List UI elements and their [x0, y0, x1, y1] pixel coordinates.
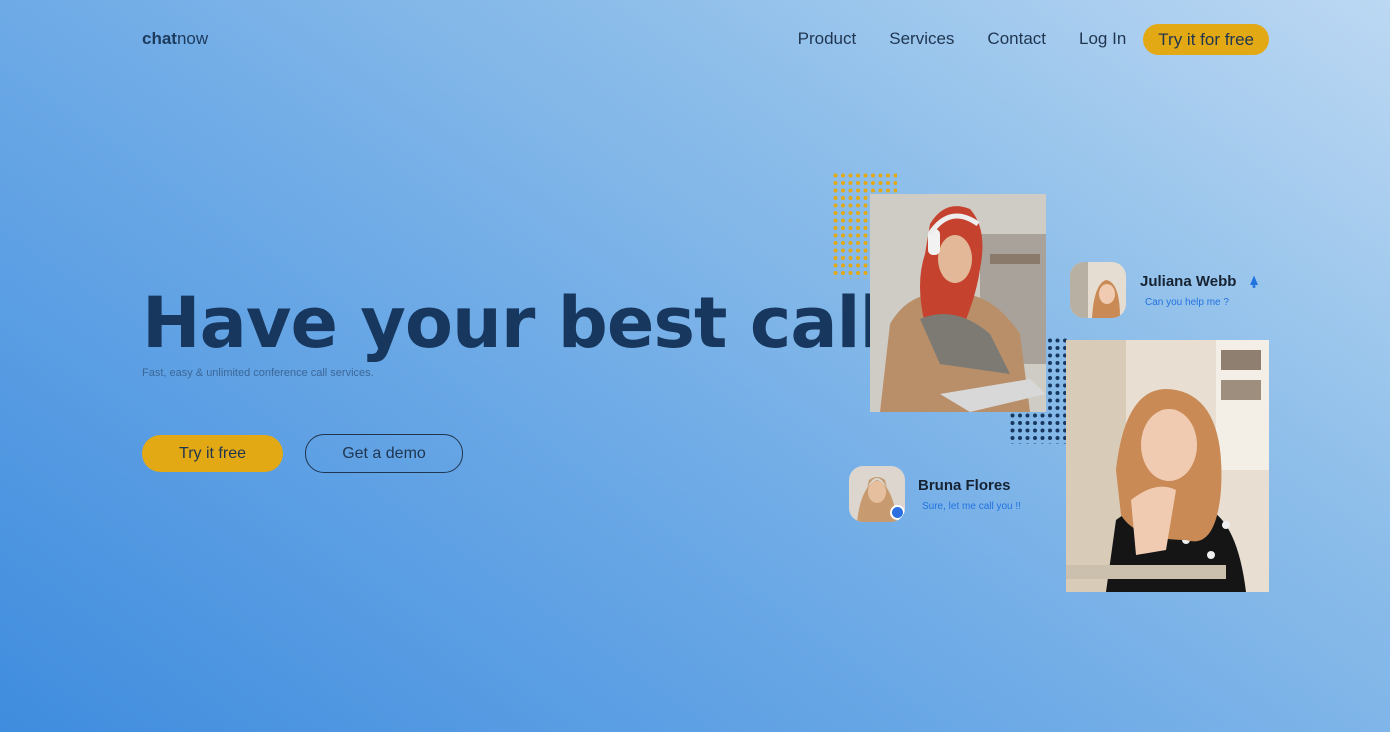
- get-demo-button[interactable]: Get a demo: [305, 434, 463, 473]
- nav-product[interactable]: Product: [798, 23, 857, 55]
- contact-name-bruna: Bruna Flores: [918, 476, 1011, 494]
- contact-name-juliana: Juliana Webb: [1140, 272, 1237, 290]
- nav-services[interactable]: Services: [889, 23, 954, 55]
- avatar-juliana: [1070, 262, 1126, 318]
- message-bruna: Sure, let me call you !!: [922, 500, 1021, 512]
- bell-icon[interactable]: [1248, 275, 1260, 288]
- hero-title: Have your best call: [142, 282, 884, 364]
- avatar-bruna: [849, 466, 905, 522]
- photo-woman-headphones: [870, 194, 1046, 412]
- photo-woman-smiling: [1066, 340, 1269, 592]
- brand-logo-bold: chat: [142, 29, 177, 48]
- online-status-dot: [890, 505, 905, 520]
- nav-try-free-button[interactable]: Try it for free: [1143, 23, 1269, 55]
- nav-contact[interactable]: Contact: [987, 23, 1046, 55]
- try-free-button[interactable]: Try it free: [142, 435, 283, 472]
- hero-subtitle: Fast, easy & unlimited conference call s…: [142, 367, 374, 379]
- brand-logo[interactable]: chatnow: [142, 29, 208, 49]
- message-juliana: Can you help me ?: [1145, 296, 1229, 308]
- chat-card-bruna[interactable]: Bruna Flores Sure, let me call you !!: [849, 466, 1021, 522]
- chat-card-juliana[interactable]: Juliana Webb Can you help me ?: [1070, 262, 1260, 318]
- nav-login[interactable]: Log In: [1079, 23, 1126, 55]
- hero: Have your best call Fast, easy & unlimit…: [142, 280, 884, 379]
- top-nav: Product Services Contact Log In Try it f…: [765, 23, 1269, 55]
- brand-logo-light: now: [176, 29, 209, 48]
